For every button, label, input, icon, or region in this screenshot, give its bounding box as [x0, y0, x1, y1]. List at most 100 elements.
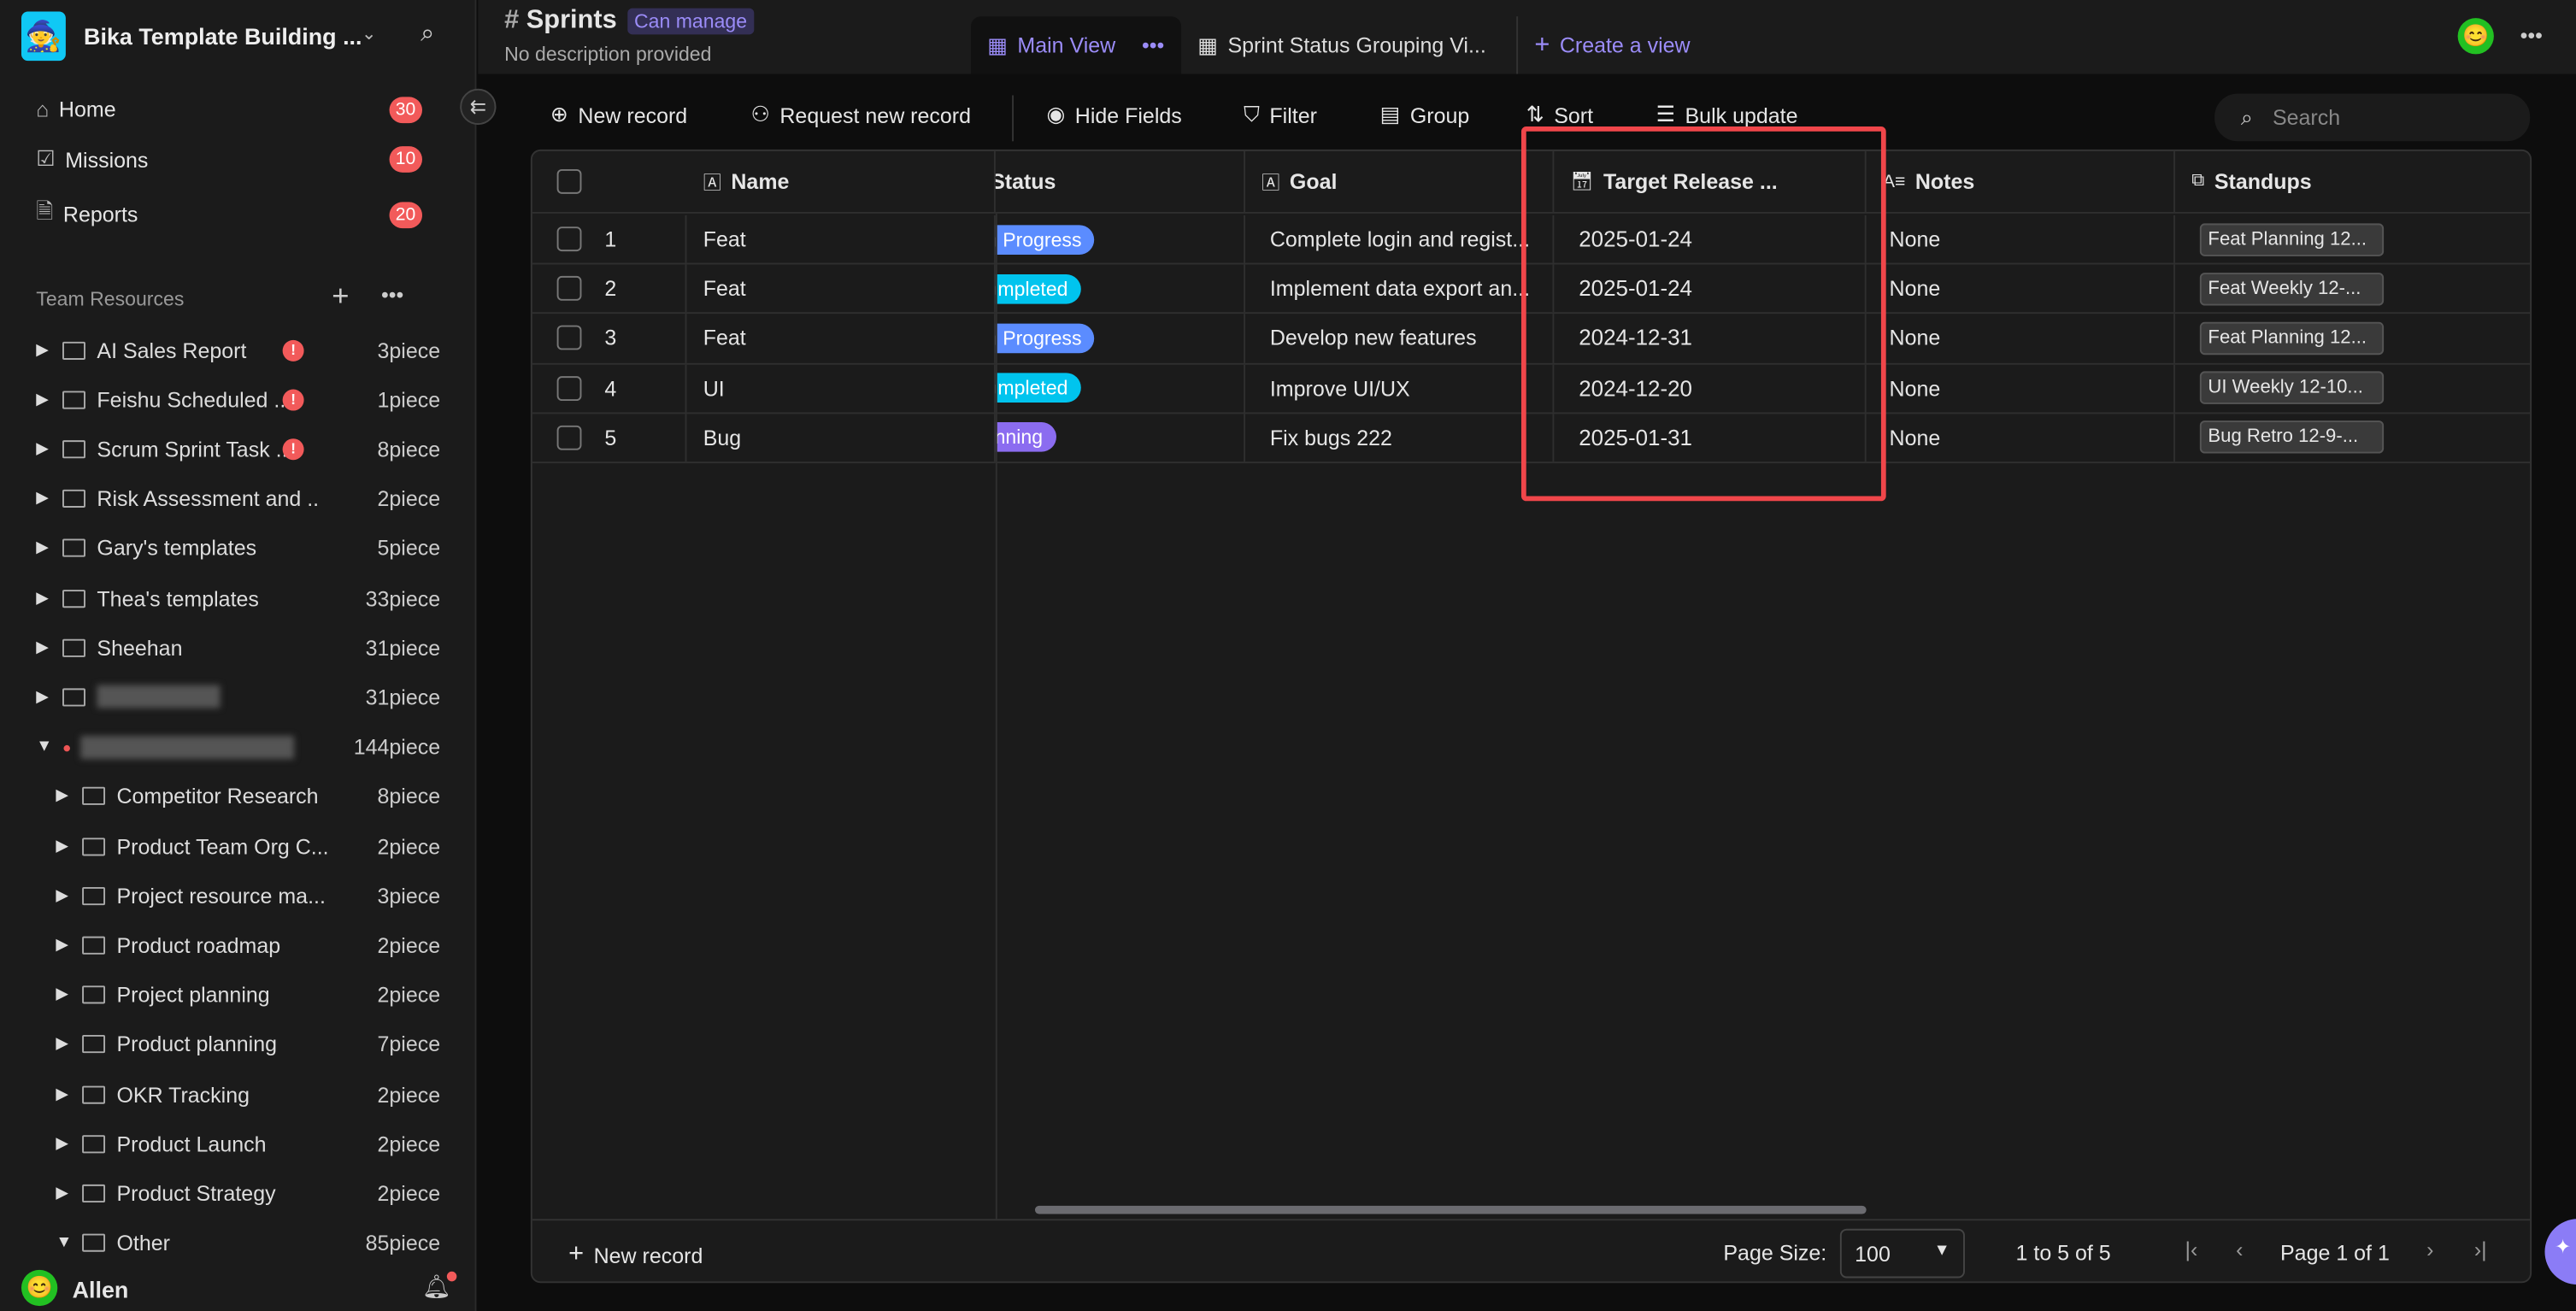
search-input[interactable]: ⌕ Search	[2214, 93, 2531, 142]
more-icon[interactable]: •••	[2520, 23, 2543, 48]
sidebar-item-missions[interactable]: ☑ Missions 10	[36, 146, 423, 173]
first-page-icon[interactable]: |‹	[2185, 1237, 2198, 1261]
column-header[interactable]: 🄰 Name	[686, 150, 996, 212]
tree-item[interactable]: ▶ OKR Tracking 2piece	[56, 1078, 440, 1110]
row-checkbox[interactable]	[556, 375, 582, 401]
notes-cell[interactable]: None	[1867, 215, 2175, 263]
column-header[interactable]: 🄰 Goal	[1245, 150, 1555, 212]
workspace-logo[interactable]: 🧙	[21, 11, 66, 62]
next-page-icon[interactable]: ›	[2426, 1237, 2433, 1261]
standups-cell[interactable]: Feat Planning 12...	[2175, 215, 2530, 263]
caret-right-icon[interactable]: ▶	[56, 837, 82, 855]
goal-cell[interactable]: Fix bugs 222	[1245, 414, 1555, 462]
name-cell[interactable]: Feat	[686, 314, 996, 362]
more-icon[interactable]: •••	[381, 283, 403, 308]
sort-button[interactable]: ⇅ Sort	[1526, 102, 1593, 128]
tree-item[interactable]: ▶ Product planning 7piece	[56, 1028, 440, 1061]
collapse-sidebar-button[interactable]: ⇇	[460, 88, 497, 126]
goal-cell[interactable]: Implement data export an...	[1245, 264, 1555, 313]
status-cell[interactable]: Completed	[995, 264, 1246, 313]
horizontal-scrollbar[interactable]	[1034, 1205, 1867, 1214]
caret-right-icon[interactable]: ▶	[36, 490, 62, 508]
tree-item[interactable]: ▶ AI Sales Report! 3piece	[36, 333, 440, 366]
tree-item[interactable]: ▶ Scrum Sprint Task ...! 8piece	[36, 432, 440, 465]
group-button[interactable]: ▤ Group	[1380, 102, 1470, 128]
goal-cell[interactable]: Develop new features	[1245, 314, 1555, 362]
name-cell[interactable]: Bug	[686, 414, 996, 462]
caret-right-icon[interactable]: ▶	[36, 341, 62, 359]
workspace-name[interactable]: Bika Template Building ...	[84, 23, 362, 50]
sidebar-item-reports[interactable]: 🗎︎ Reports 20	[36, 197, 423, 232]
row-checkbox[interactable]	[556, 226, 582, 252]
create-view-button[interactable]: + Create a view	[1516, 16, 1707, 74]
tree-item[interactable]: ▼ ● 144piece	[36, 731, 440, 763]
standups-cell[interactable]: UI Weekly 12-10...	[2175, 364, 2530, 412]
caret-right-icon[interactable]: ▶	[36, 638, 62, 656]
tree-item[interactable]: ▶ Sheehan 31piece	[36, 631, 440, 663]
avatar[interactable]: 😊	[21, 1269, 58, 1307]
caret-right-icon[interactable]: ▶	[56, 886, 82, 904]
linked-record-chip[interactable]: Feat Planning 12...	[2199, 321, 2385, 356]
hide-fields-button[interactable]: ◉ Hide Fields	[1046, 102, 1181, 128]
linked-record-chip[interactable]: Feat Weekly 12-...	[2199, 272, 2385, 306]
goal-cell[interactable]: Improve UI/UX	[1245, 363, 1555, 413]
search-icon[interactable]: ⌕	[421, 20, 434, 48]
standups-cell[interactable]: Feat Weekly 12-...	[2175, 265, 2530, 313]
standups-cell[interactable]: Feat Planning 12...	[2175, 315, 2530, 362]
avatar[interactable]: 😊	[2457, 18, 2494, 55]
standups-cell[interactable]: Bug Retro 12-9-...	[2175, 414, 2530, 461]
column-header[interactable]: Status	[996, 150, 1246, 212]
linked-record-chip[interactable]: Feat Planning 12...	[2199, 222, 2385, 256]
footer-new-record-button[interactable]: + New record	[568, 1240, 703, 1270]
name-cell[interactable]: Feat	[686, 264, 996, 313]
more-icon[interactable]: •••	[1142, 32, 1164, 57]
caret-down-icon[interactable]: ▼	[36, 738, 62, 755]
bell-icon[interactable]: 🔔︎	[422, 1271, 456, 1302]
row-checkbox[interactable]	[556, 276, 582, 302]
name-cell[interactable]: UI	[686, 363, 996, 413]
caret-right-icon[interactable]: ▶	[36, 688, 62, 706]
prev-page-icon[interactable]: ‹	[2236, 1237, 2243, 1261]
caret-right-icon[interactable]: ▶	[36, 539, 62, 557]
tab-main-view[interactable]: ▦ Main View •••	[971, 16, 1181, 74]
tree-item[interactable]: ▼ Other 85piece	[56, 1226, 440, 1259]
status-cell[interactable]: Completed	[995, 363, 1246, 413]
status-cell[interactable]: Planning	[995, 414, 1246, 462]
status-cell[interactable]: In Progress	[995, 215, 1246, 263]
column-header[interactable]: ⧉ Standups	[2175, 151, 2530, 212]
linked-record-chip[interactable]: UI Weekly 12-10...	[2199, 371, 2385, 405]
notes-cell[interactable]: None	[1867, 363, 2175, 413]
tree-item[interactable]: ▶ Product roadmap 2piece	[56, 929, 440, 961]
tree-item[interactable]: ▶ Risk Assessment and ... 2piece	[36, 482, 440, 514]
row-checkbox[interactable]	[556, 326, 582, 351]
tree-item[interactable]: ▶ Project planning 2piece	[56, 979, 440, 1011]
notes-cell[interactable]: None	[1867, 314, 2175, 362]
caret-right-icon[interactable]: ▶	[56, 1135, 82, 1153]
ai-assistant-button[interactable]: ✦	[2544, 1219, 2576, 1285]
filter-button[interactable]: ⛉ Filter	[1244, 102, 1317, 128]
request-new-record-button[interactable]: ⚇ Request new record	[750, 102, 971, 128]
caret-right-icon[interactable]: ▶	[36, 440, 62, 458]
column-header[interactable]: A≡ Notes	[1867, 150, 2175, 212]
tree-item[interactable]: ▶ Product Launch 2piece	[56, 1127, 440, 1160]
caret-right-icon[interactable]: ▶	[56, 1036, 82, 1054]
tree-item[interactable]: ▶ Product Team Org C... 2piece	[56, 830, 440, 862]
select-all-checkbox[interactable]	[556, 168, 582, 194]
caret-right-icon[interactable]: ▶	[56, 936, 82, 954]
notes-cell[interactable]: None	[1867, 414, 2175, 462]
notes-cell[interactable]: None	[1867, 264, 2175, 313]
caret-right-icon[interactable]: ▶	[56, 787, 82, 805]
goal-cell[interactable]: Complete login and regist...	[1245, 215, 1555, 263]
tree-item[interactable]: ▶ Project resource ma... 3piece	[56, 879, 440, 912]
tree-item[interactable]: ▶ Gary's templates 5piece	[36, 532, 440, 564]
status-cell[interactable]: In Progress	[995, 314, 1246, 362]
add-icon[interactable]: +	[332, 279, 349, 314]
tree-item[interactable]: ▶ Competitor Research 8piece	[56, 780, 440, 813]
caret-right-icon[interactable]: ▶	[56, 1085, 82, 1103]
caret-right-icon[interactable]: ▶	[56, 1185, 82, 1202]
sidebar-item-home[interactable]: ⌂ Home 30	[36, 96, 423, 123]
new-record-button[interactable]: ⊕ New record	[550, 102, 687, 128]
last-page-icon[interactable]: ›|	[2474, 1237, 2487, 1261]
linked-record-chip[interactable]: Bug Retro 12-9-...	[2199, 420, 2385, 455]
chevron-down-icon[interactable]: ⌄	[362, 23, 377, 44]
